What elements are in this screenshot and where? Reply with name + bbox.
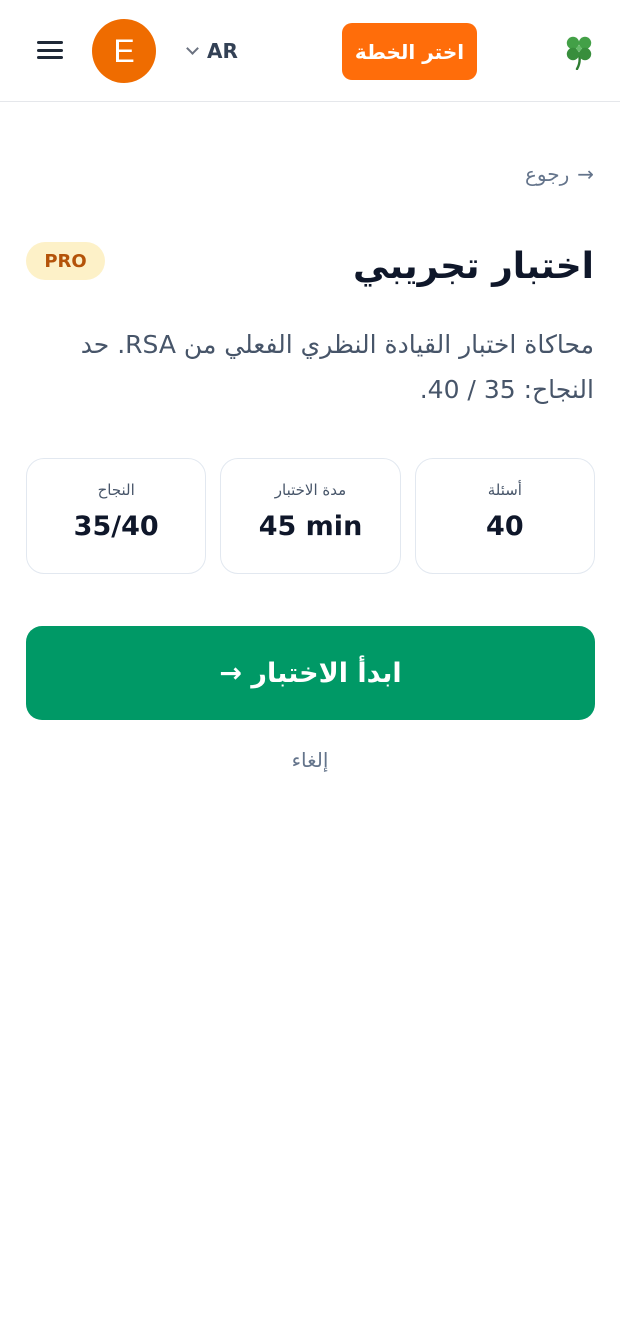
four-leaf-clover-icon[interactable] xyxy=(564,34,594,70)
avatar[interactable]: E xyxy=(92,19,156,83)
stat-card-pass-mark: النجاح 35/40 xyxy=(26,458,207,574)
start-test-button[interactable]: ابدأ الاختبار → xyxy=(26,626,595,720)
stat-label: أسئلة xyxy=(487,481,522,499)
stat-card-questions: أسئلة 40 xyxy=(414,458,595,574)
choose-plan-button[interactable]: اختر الخطة xyxy=(342,23,477,80)
stat-card-duration: مدة الاختبار 45 min xyxy=(220,458,401,574)
page-description: محاكاة اختبار القيادة النظري الفعلي من R… xyxy=(80,330,594,404)
back-arrow-icon: → xyxy=(577,162,594,186)
pro-badge: PRO xyxy=(26,242,105,280)
stat-label: مدة الاختبار xyxy=(274,481,347,499)
stat-value: 35/40 xyxy=(73,511,159,542)
language-selector[interactable]: AR xyxy=(186,36,238,66)
stat-value: 45 min xyxy=(258,511,363,542)
stat-label: النجاح xyxy=(97,481,135,499)
page-title: اختبار تجريبي xyxy=(353,246,594,287)
language-code: AR xyxy=(207,39,238,63)
chevron-down-icon xyxy=(186,41,199,55)
top-bar: E AR اختر الخطة xyxy=(0,0,620,102)
cancel-link[interactable]: إلغاء xyxy=(0,748,620,772)
back-label: رجوع xyxy=(524,162,570,186)
stat-value: 40 xyxy=(486,511,524,542)
back-link[interactable]: → رجوع xyxy=(525,162,594,186)
stats-row: أسئلة 40 مدة الاختبار 45 min النجاح 35/4… xyxy=(26,458,595,574)
hamburger-menu-icon[interactable] xyxy=(36,38,64,62)
